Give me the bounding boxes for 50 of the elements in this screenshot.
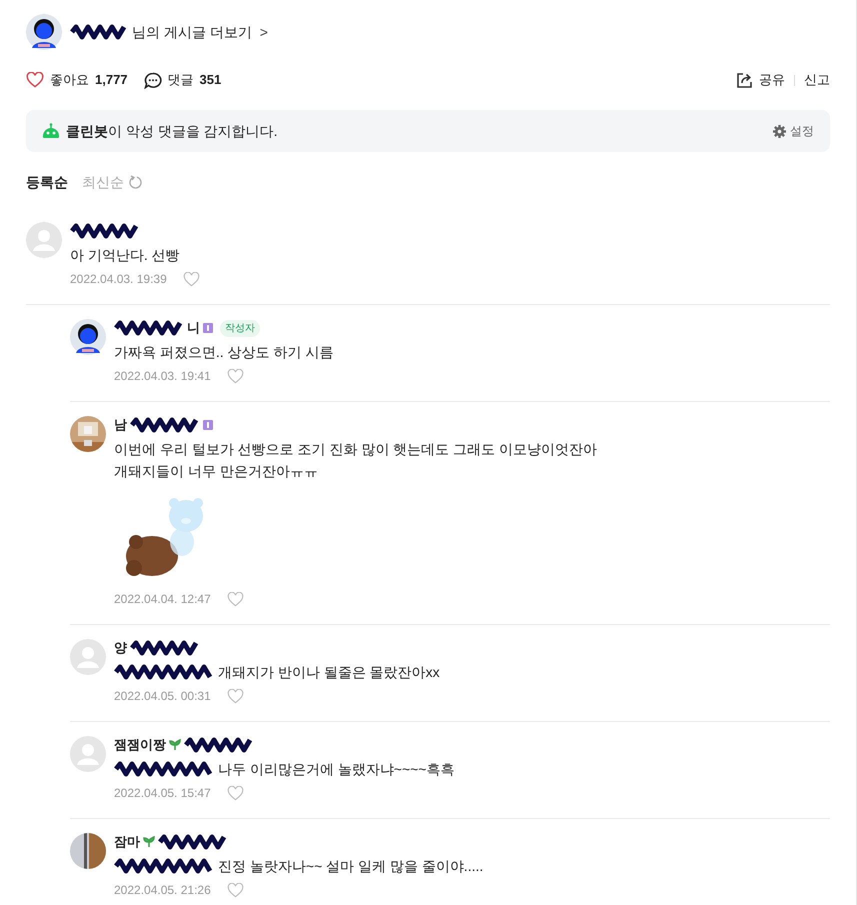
heart-icon[interactable] bbox=[226, 368, 244, 384]
comment-date: 2022.04.03. 19:39 bbox=[70, 271, 167, 288]
cleanbot-message: 클린봇이 악성 댓글을 감지합니다. bbox=[66, 122, 278, 140]
default-avatar-icon bbox=[26, 222, 62, 258]
comment-date: 2022.04.05. 21:26 bbox=[114, 882, 211, 899]
author-name: 잠마 bbox=[114, 833, 140, 852]
comment-text: 이번에 우리 털보가 선빵으로 조기 진화 많이 햇는데도 그래도 이모냥이엇잔아 개돼지들이 너무 만은거잔아ㅠㅠ bbox=[114, 440, 598, 481]
redaction-scribble bbox=[158, 834, 228, 850]
sprout-icon bbox=[169, 739, 181, 751]
default-avatar-icon bbox=[70, 736, 106, 772]
share-button[interactable]: 공유 bbox=[736, 70, 785, 90]
author-name: 잼잼이짱 bbox=[114, 736, 166, 754]
robot-icon bbox=[42, 123, 60, 139]
author-name: 니 bbox=[187, 319, 200, 338]
comment-text: 가짜욕 퍼졌으면.. 상상도 하기 시름 bbox=[114, 343, 334, 362]
comment-text: 개돼지가 반이나 될줄은 몰랐잔아xx bbox=[218, 663, 440, 682]
redaction-scribble bbox=[70, 223, 140, 239]
heart-icon[interactable] bbox=[182, 272, 200, 286]
heart-icon[interactable] bbox=[226, 882, 244, 898]
redaction-scribble bbox=[130, 640, 200, 656]
heart-icon[interactable] bbox=[226, 688, 244, 704]
heart-icon[interactable] bbox=[226, 592, 244, 606]
refresh-icon bbox=[128, 174, 143, 190]
default-avatar-icon bbox=[70, 639, 106, 675]
comment-text: 아 기억난다. 선빵 bbox=[70, 246, 180, 265]
like-button[interactable]: 좋아요 1,777 bbox=[26, 70, 128, 90]
redaction-scribble bbox=[130, 417, 200, 433]
heart-icon bbox=[26, 72, 44, 88]
comment-date: 2022.04.04. 12:47 bbox=[114, 591, 211, 608]
author-name: 양 bbox=[114, 639, 127, 658]
chevron-icon[interactable]: > bbox=[260, 22, 268, 42]
comment-date: 2022.04.03. 19:41 bbox=[114, 368, 211, 385]
comment-date: 2022.04.05. 00:31 bbox=[114, 688, 211, 705]
profile-link[interactable]: 님의 게시글 더보기 bbox=[132, 22, 252, 42]
redaction-scribble bbox=[114, 320, 184, 336]
comment-text: 진정 놀랏자나~~ 설마 일케 많을 줄이야..... bbox=[218, 857, 484, 876]
comment-date: 2022.04.05. 15:47 bbox=[114, 785, 211, 802]
speech-bubble-icon bbox=[144, 72, 162, 88]
sort-tab[interactable]: 등록순 bbox=[26, 172, 68, 192]
comment-text: 나두 이리많은거에 놀랬자냐~~~~흑흑 bbox=[218, 760, 454, 779]
sprout-icon bbox=[143, 836, 155, 848]
share-icon bbox=[736, 72, 753, 88]
comment-button[interactable]: 댓글 351 bbox=[144, 70, 222, 90]
settings-icon bbox=[773, 124, 786, 138]
redaction-scribble bbox=[184, 737, 254, 753]
writer-badge: 작성자 bbox=[220, 320, 260, 336]
author-name: 남 bbox=[114, 416, 127, 434]
report-button[interactable]: 신고 bbox=[804, 70, 830, 90]
settings-button[interactable]: 설정 bbox=[773, 122, 814, 140]
heart-icon[interactable] bbox=[226, 786, 244, 800]
